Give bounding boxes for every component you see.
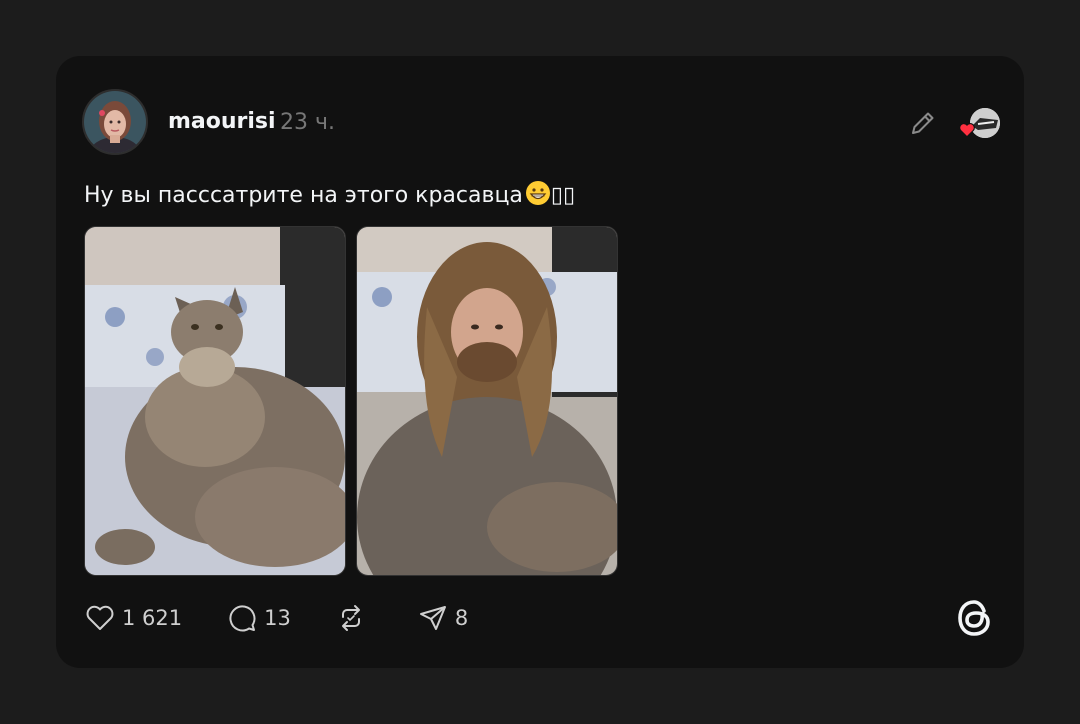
grin-emoji [525,180,551,212]
post-image-man[interactable] [356,226,618,576]
like-button[interactable]: 1 621 [84,602,182,634]
heart-icon [86,605,114,630]
repost-button[interactable] [335,602,373,634]
comment-count: 13 [264,606,291,630]
share-button[interactable]: 8 [417,602,468,634]
threads-logo-icon[interactable] [954,596,996,640]
post-text: Ну вы пасссатрите на этого красавца ▯▯ [84,180,575,212]
like-count: 1 621 [122,606,183,630]
post-image-cat[interactable] [84,226,346,576]
pencil-icon[interactable] [908,108,938,138]
post-text-content: Ну вы пасссатрите на этого красавца [84,183,523,208]
post-card: maourisi 23 ч. Ну вы пасссатрите на этог… [56,56,1024,668]
post-timestamp: 23 ч. [280,110,335,135]
post-actions: 1 621 13 8 [84,600,512,636]
send-icon [419,606,446,630]
heart-badge-icon [958,121,976,139]
author-avatar[interactable] [82,89,148,155]
share-count: 8 [454,606,469,630]
unrendered-glyphs: ▯▯ [550,183,576,208]
author-username[interactable]: maourisi [168,109,276,134]
comment-icon [229,605,256,632]
comment-button[interactable]: 13 [226,602,291,634]
repost-icon [341,605,360,631]
